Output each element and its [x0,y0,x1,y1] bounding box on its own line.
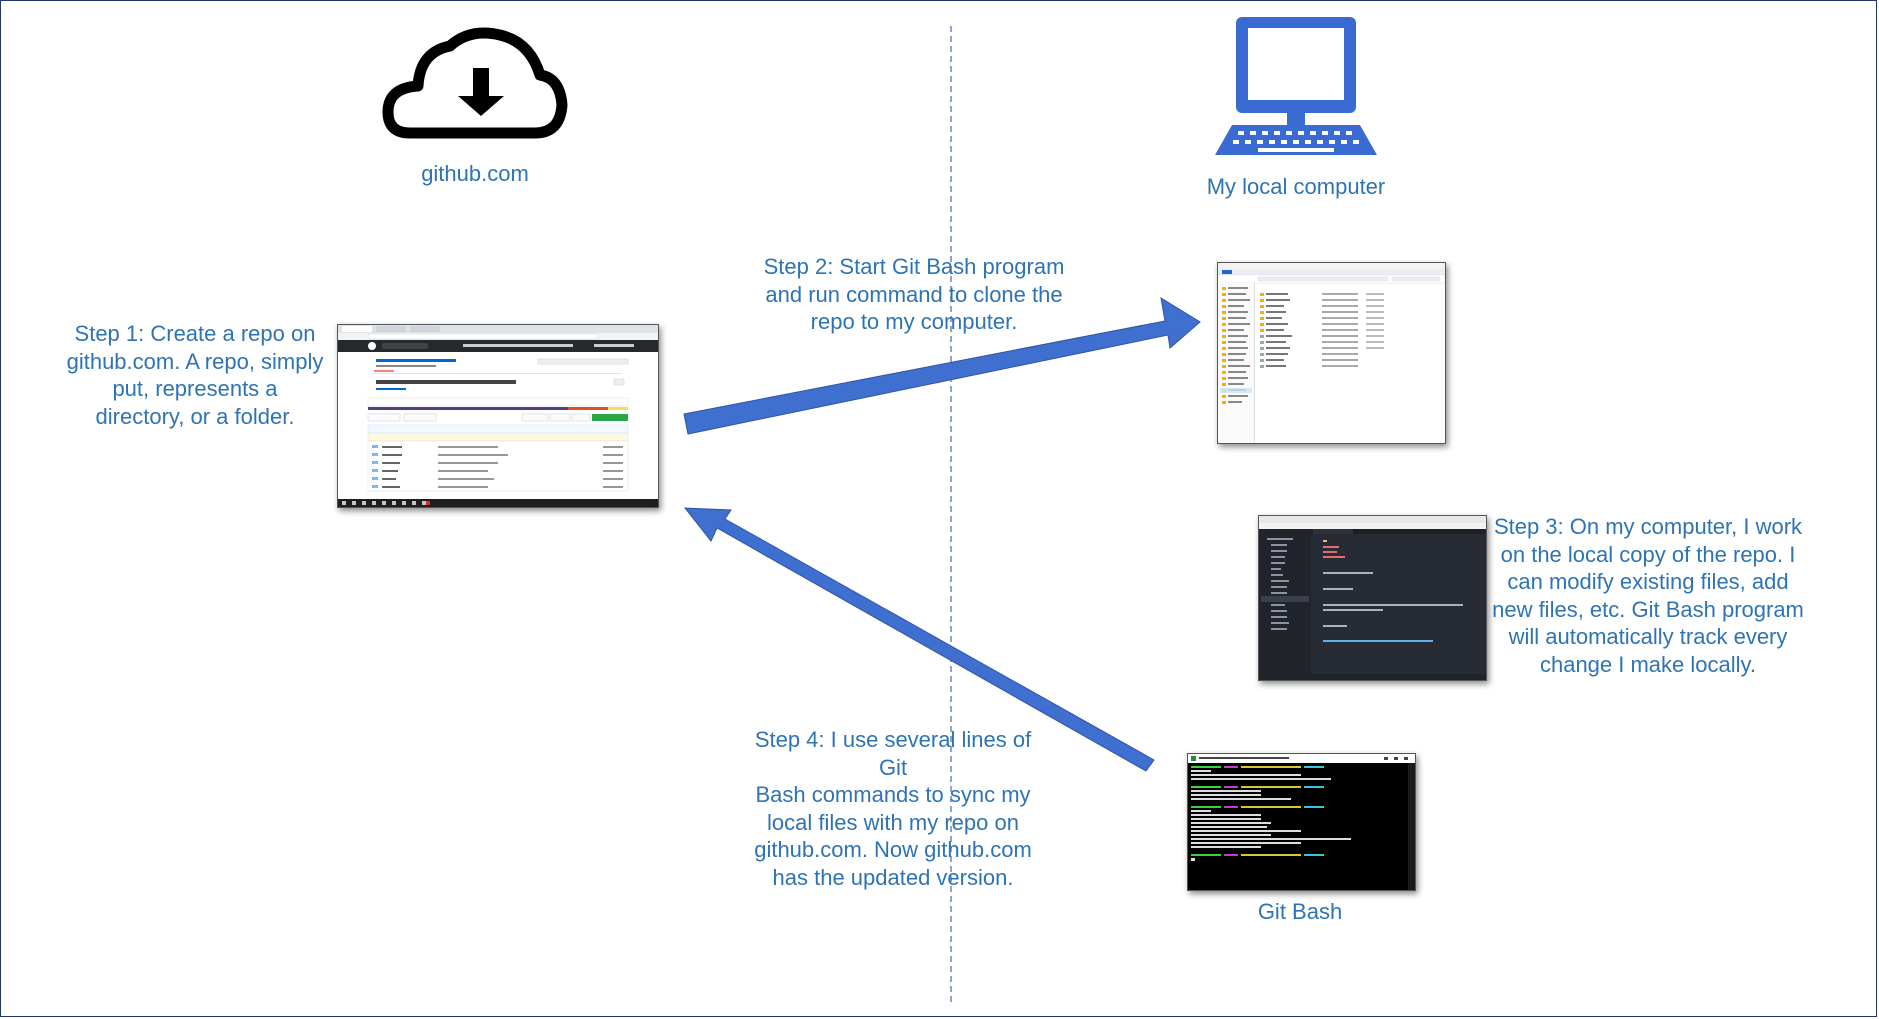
github-title: github.com [421,161,529,186]
step2-text: Step 2: Start Git Bash program and run c… [763,254,1065,334]
code-editor-screenshot [1258,515,1487,681]
step3-text: Step 3: On my computer, I work on the lo… [1492,514,1804,677]
step4-text: Step 4: I use several lines of Git Bash … [754,727,1032,890]
file-explorer-screenshot [1217,262,1446,444]
git-bash-caption: Git Bash [1257,899,1343,924]
github-repo-screenshot [337,324,659,508]
local-computer-title: My local computer [1206,174,1386,199]
git-bash-screenshot [1187,753,1416,891]
step1-text: Step 1: Create a repo on github.com. A r… [66,321,324,429]
